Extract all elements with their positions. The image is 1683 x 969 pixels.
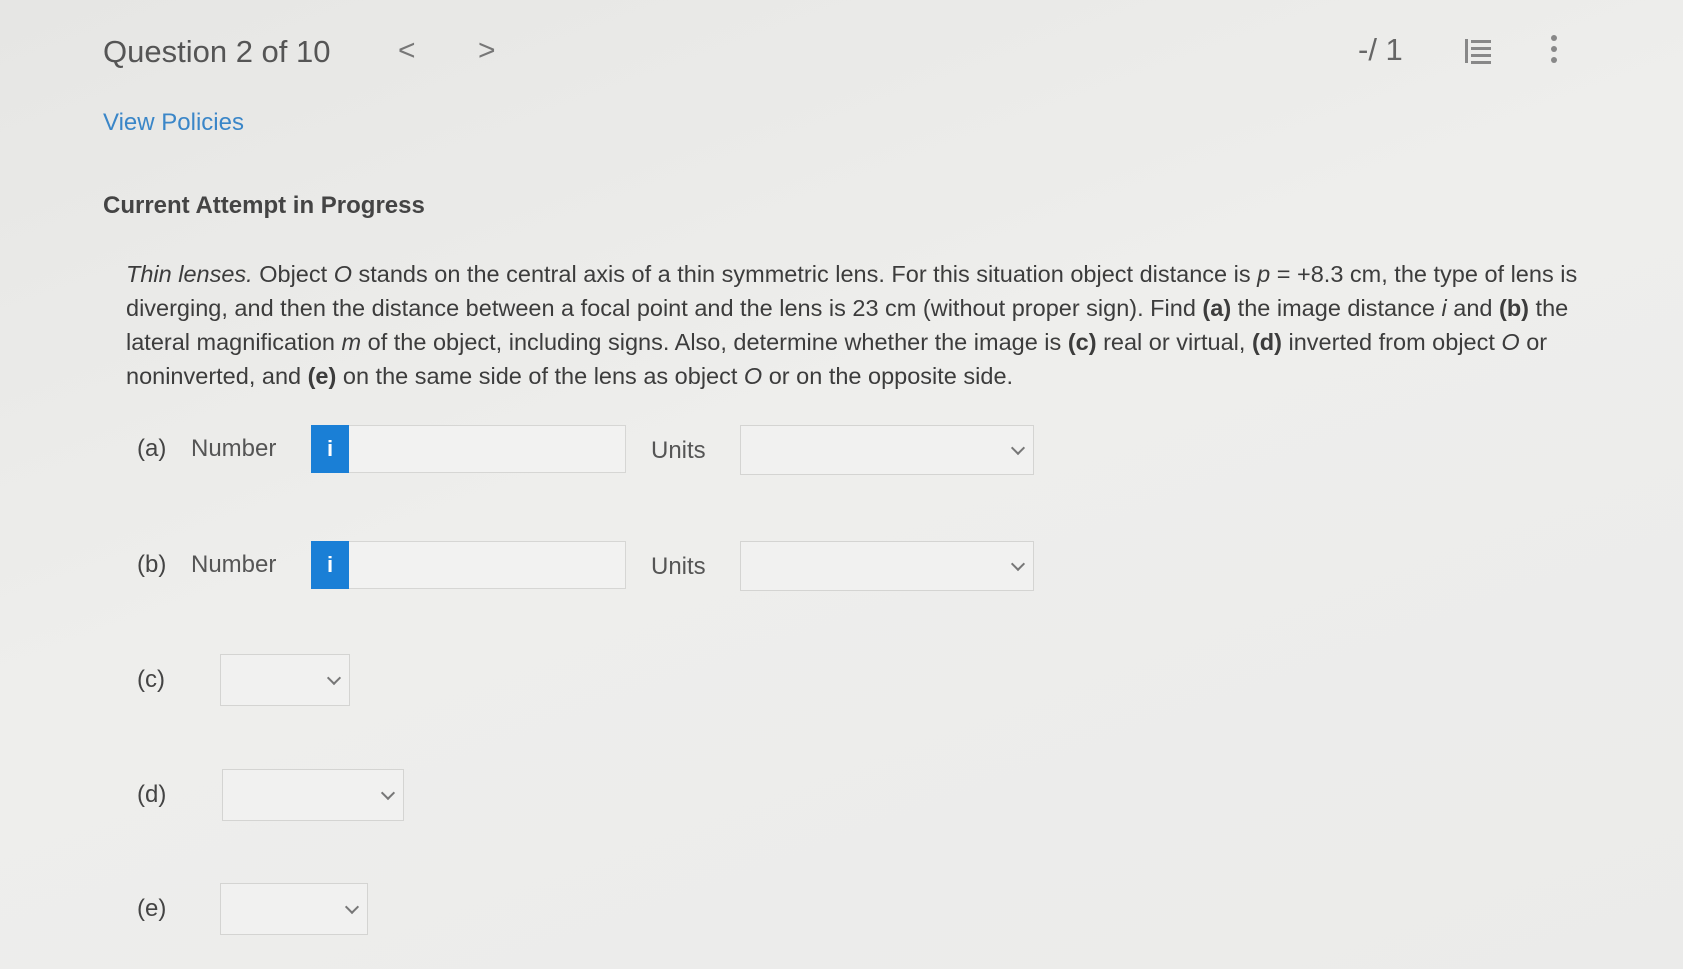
question-text-part: Object	[252, 261, 334, 287]
chevron-down-icon	[1010, 556, 1026, 572]
question-text-part: stands on the central axis of a thin sym…	[351, 261, 1258, 287]
part-e-tag: (e)	[307, 363, 337, 389]
object-variable: O	[1501, 329, 1520, 355]
object-variable: O	[743, 363, 763, 389]
units-label: Units	[651, 553, 706, 580]
units-select-b[interactable]	[740, 541, 1034, 591]
part-d-tag: (d)	[1251, 329, 1282, 355]
select-c[interactable]	[220, 654, 350, 706]
m-variable: m	[341, 329, 362, 355]
number-input-a[interactable]	[349, 425, 626, 473]
part-c-tag: (c)	[1067, 329, 1097, 355]
chevron-down-icon	[1010, 440, 1026, 456]
info-icon: i	[326, 552, 334, 577]
part-e-label: (e)	[137, 895, 167, 922]
object-variable: O	[333, 261, 352, 287]
attempt-status: Current Attempt in Progress	[103, 192, 425, 219]
chevron-down-icon	[380, 785, 396, 801]
part-d-label: (d)	[137, 781, 167, 808]
view-policies-link[interactable]: View Policies	[103, 109, 244, 137]
score-indicator: -/ 1	[1358, 32, 1403, 67]
part-a-tag: (a)	[1202, 295, 1232, 321]
question-title: Question 2 of 10	[103, 34, 331, 69]
question-text-part: real or virtual,	[1096, 329, 1252, 355]
question-text-part: the image distance	[1231, 295, 1442, 321]
question-text-part: inverted from object	[1281, 329, 1502, 355]
part-b-label: (b)	[137, 551, 167, 578]
info-button-b[interactable]: i	[311, 541, 349, 589]
question-intro: Thin lenses.	[126, 261, 253, 287]
next-question-button[interactable]: >	[478, 34, 496, 68]
number-label: Number	[191, 435, 277, 462]
part-a-label: (a)	[137, 435, 167, 462]
number-label: Number	[191, 551, 277, 578]
previous-question-button[interactable]: <	[398, 34, 416, 68]
chevron-down-icon	[326, 670, 342, 686]
info-button-a[interactable]: i	[311, 425, 349, 473]
part-b-tag: (b)	[1499, 295, 1530, 321]
chevron-down-icon	[344, 899, 360, 915]
part-c-label: (c)	[137, 666, 165, 693]
number-input-b[interactable]	[349, 541, 626, 589]
question-text-part: and	[1446, 295, 1499, 321]
p-variable: p	[1257, 261, 1271, 287]
question-text-part: on the same side of the lens as object	[336, 363, 744, 389]
kebab-menu-icon[interactable]	[1549, 34, 1559, 64]
select-e[interactable]	[220, 883, 368, 935]
units-label: Units	[651, 437, 706, 464]
list-numbered-icon[interactable]	[1463, 36, 1493, 66]
question-text: Thin lenses. Object O stands on the cent…	[126, 257, 1586, 393]
info-icon: i	[326, 436, 334, 461]
question-text-part: of the object, including signs. Also, de…	[361, 329, 1068, 355]
top-bar: Question 2 of 10 < > -/ 1	[0, 0, 1683, 100]
question-text-part: or on the opposite side.	[762, 363, 1014, 389]
select-d[interactable]	[222, 769, 404, 821]
units-select-a[interactable]	[740, 425, 1034, 475]
